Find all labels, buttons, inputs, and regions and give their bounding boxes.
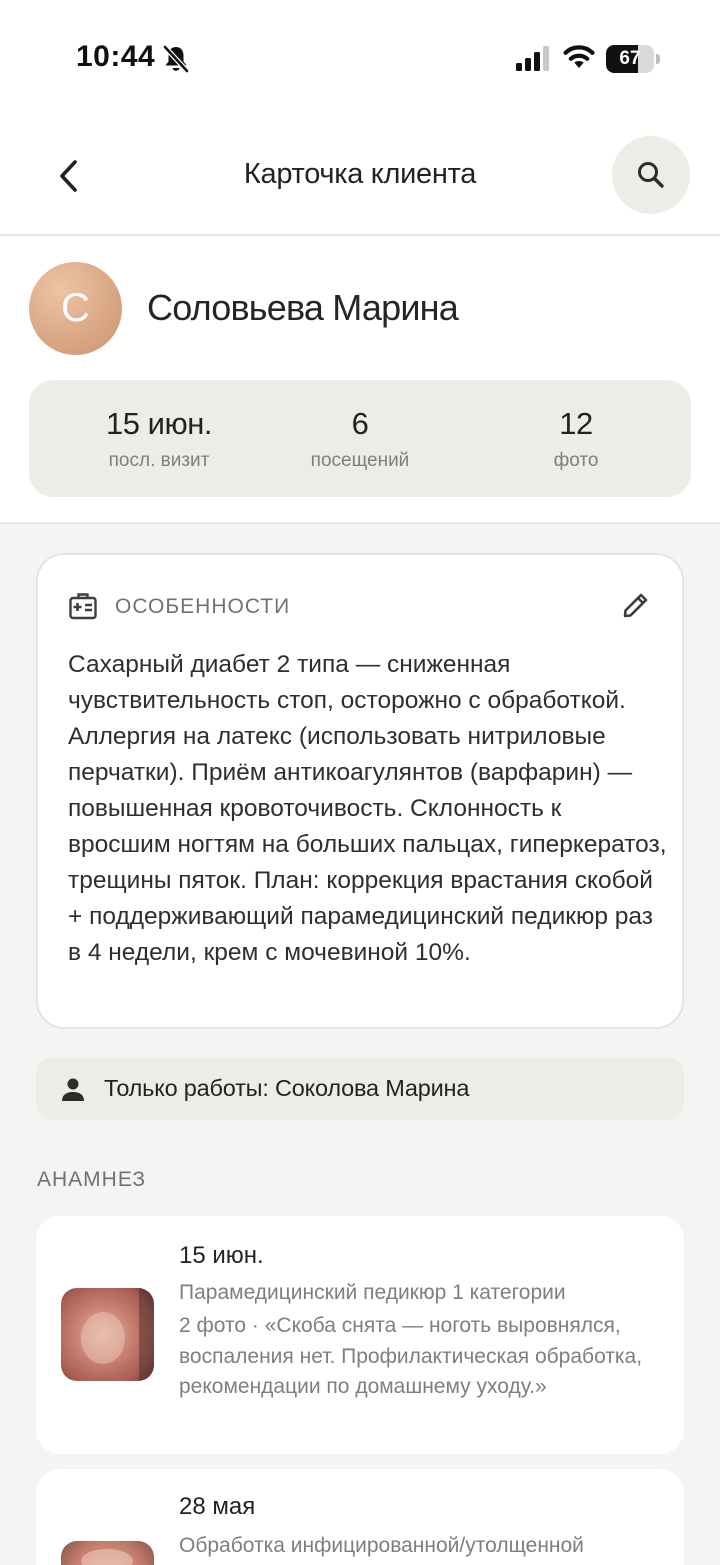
features-card: ОСОБЕННОСТИ Сахарный диабет 2 типа — сни…: [36, 553, 684, 1029]
battery-icon: 67: [606, 45, 660, 73]
avatar-initial: С: [61, 286, 90, 330]
search-icon: [638, 162, 664, 188]
visit-card[interactable]: 28 мая Обработка инфицированной/утолщенн…: [36, 1469, 684, 1565]
visit-note: 2 фото · «Скоба снята — ноготь выровнялс…: [179, 1314, 643, 1398]
stat-label: посещений: [310, 450, 410, 471]
visit-date: 28 мая: [179, 1493, 256, 1520]
battery-level: 67: [619, 48, 641, 69]
features-text: Сахарный диабет 2 типа — сниженная чувст…: [68, 651, 667, 966]
stat-visits: 6 посещений: [260, 406, 460, 472]
cellular-signal-icon: [516, 46, 549, 71]
battery-body: 67: [606, 45, 654, 73]
anamnesis-title: АНАМНЕЗ: [37, 1168, 147, 1191]
features-title: ОСОБЕННОСТИ: [115, 595, 291, 618]
client-stats: 15 июн. посл. визит 6 посещений 12 фото: [29, 380, 691, 497]
photo-image: [61, 1288, 154, 1381]
page-title: Карточка клиента: [243, 158, 477, 190]
stat-label: фото: [553, 450, 599, 471]
status-time: 10:44: [76, 40, 156, 73]
avatar: С: [29, 262, 122, 355]
visit-date: 15 июн.: [179, 1242, 264, 1269]
stat-label: посл. визит: [108, 450, 210, 471]
owner-text: Только работы: Соколова Марина: [104, 1075, 470, 1101]
search-button[interactable]: [612, 136, 690, 214]
owner-filter[interactable]: Только работы: Соколова Марина: [36, 1058, 684, 1120]
stat-last-visit: 15 июн. посл. визит: [59, 406, 259, 472]
stat-value: 15 июн.: [106, 406, 212, 441]
battery-nub: [656, 54, 660, 64]
chevron-left-icon: [60, 160, 77, 192]
stat-value: 6: [351, 406, 369, 441]
back-button[interactable]: [44, 148, 94, 204]
client-header-area: 10:44 67 Карточка клиента С Соловьева Ма…: [0, 0, 720, 524]
visit-card[interactable]: 15 июн. Парамедицинский педикюр 1 катего…: [36, 1216, 684, 1454]
bell-slash-icon: [163, 45, 189, 73]
pencil-icon[interactable]: [620, 589, 652, 621]
visit-photo-thumbnail[interactable]: [61, 1541, 154, 1565]
person-icon: [62, 1078, 84, 1101]
status-bar: 10:44 67: [0, 0, 720, 110]
photo-image: [61, 1541, 154, 1565]
wifi-icon: [563, 45, 595, 68]
visit-service: Обработка инфицированной/утолщенной: [179, 1534, 584, 1557]
stat-photos: 12 фото: [476, 406, 676, 472]
stat-value: 12: [559, 406, 593, 441]
visit-photo-thumbnail[interactable]: [61, 1288, 154, 1381]
client-name: Соловьева Марина: [147, 287, 459, 328]
top-navigation-bar: Карточка клиента: [0, 130, 720, 236]
visit-service: Парамедицинский педикюр 1 категории: [179, 1281, 566, 1304]
medical-card-icon: [69, 593, 97, 620]
